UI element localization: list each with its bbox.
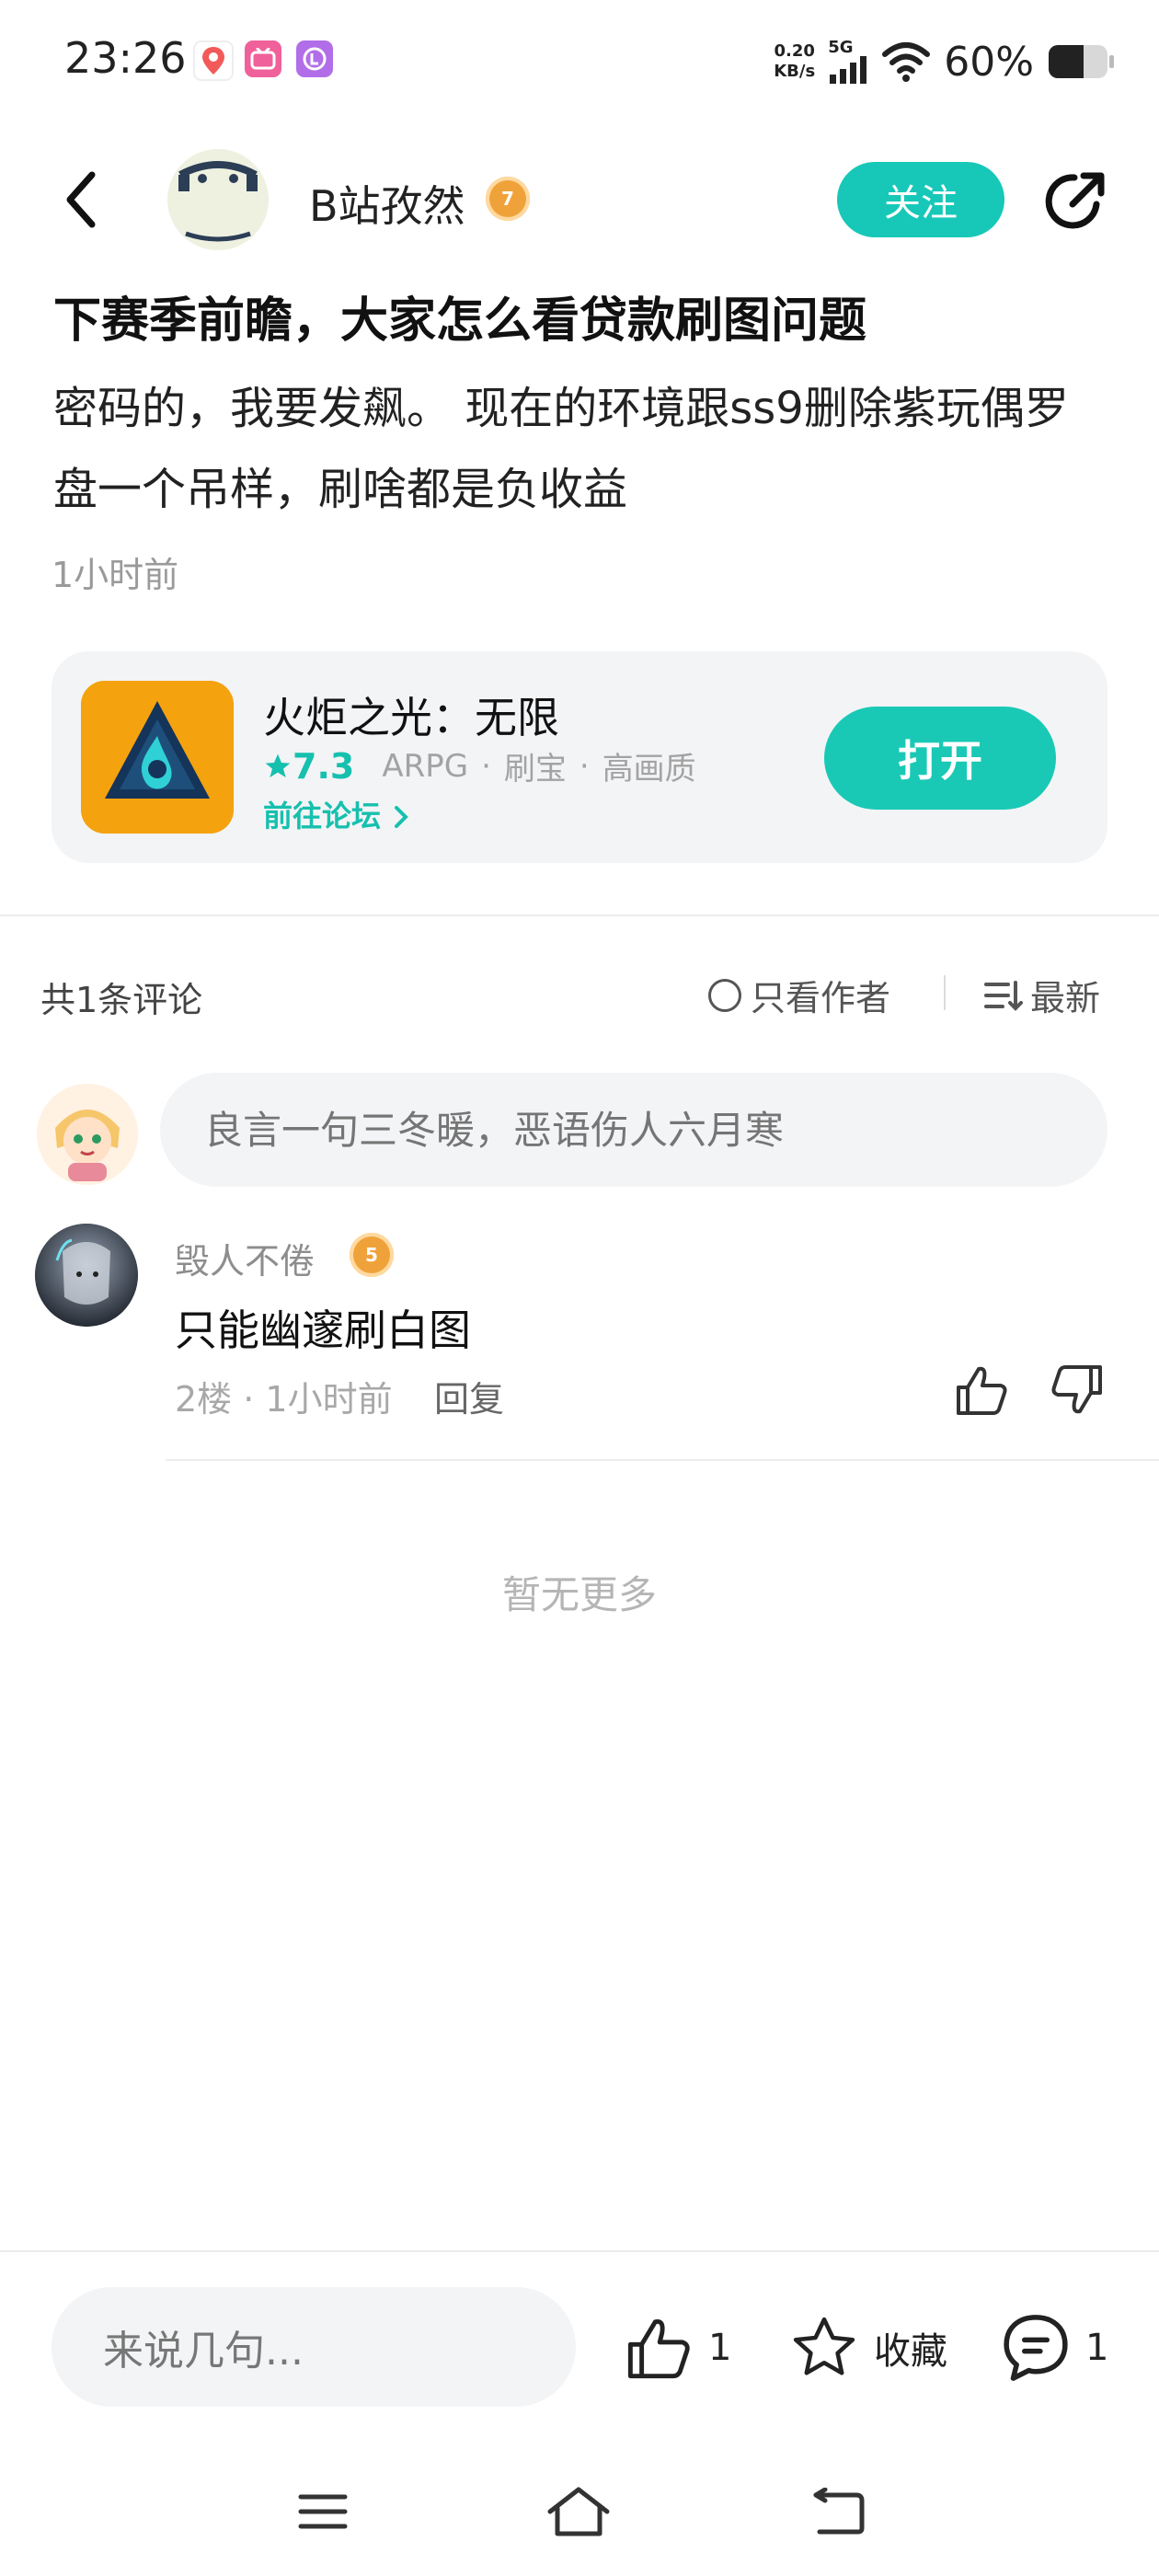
post-body: 密码的，我要发飙。 现在的环境跟ss9删除紫玩偶罗盘一个吊样，刷啥都是负收益 (53, 383, 1069, 515)
commenter-name[interactable]: 毁人不倦 (175, 1233, 315, 1283)
author-name[interactable]: B站孜然 (309, 173, 465, 234)
star-icon (265, 753, 291, 777)
battery-icon (1049, 45, 1114, 78)
app-name[interactable]: 火炬之光：无限 (263, 684, 559, 745)
back-nav-icon[interactable] (806, 2484, 870, 2539)
cellular-signal-icon: 5G (828, 40, 868, 84)
wifi-icon (882, 42, 931, 82)
comments-button[interactable]: 1 (999, 2309, 1108, 2386)
favorite-button[interactable]: 收藏 (787, 2309, 947, 2386)
open-app-button[interactable]: 打开 (824, 707, 1056, 810)
battery-percent: 60% (944, 38, 1034, 86)
author-only-toggle[interactable]: 只看作者 (708, 970, 890, 1020)
section-divider (0, 914, 1159, 916)
net-speed: 0.20 KB/s (774, 41, 816, 81)
post-title: 下赛季前瞻，大家怎么看贷款刷图问题 (53, 293, 867, 349)
app-tag: 刷宝 (503, 751, 567, 788)
thumbs-up-icon (627, 2319, 690, 2379)
author-avatar[interactable] (167, 149, 269, 250)
home-nav-icon[interactable] (546, 2484, 611, 2539)
thumbs-down-icon[interactable] (1049, 1362, 1106, 1419)
sort-separator (944, 975, 946, 1010)
reply-button[interactable]: 回复 (434, 1371, 504, 1421)
status-indicators: 0.20 KB/s 5G 60% (774, 29, 1115, 94)
app-tag: ARPG (382, 747, 469, 785)
author-level-badge: 7 (486, 177, 530, 221)
bilibili-notification-icon (245, 40, 281, 77)
comment-meta: 2楼 · 1小时前 (175, 1379, 393, 1420)
commenter-level-badge: 5 (350, 1233, 394, 1277)
like-button[interactable]: 1 (622, 2309, 731, 2386)
comment-bubble-icon (1004, 2315, 1068, 2381)
bottom-comment-input[interactable]: 来说几句... (52, 2287, 576, 2407)
radio-icon (708, 978, 741, 1012)
follow-button[interactable]: 关注 (837, 162, 1004, 237)
app-tag: 高画质 (602, 751, 696, 788)
my-avatar (37, 1084, 138, 1185)
bottom-bar-divider (0, 2250, 1159, 2252)
thumbs-up-icon[interactable] (953, 1362, 1010, 1419)
comment-divider (166, 1459, 1159, 1461)
map-app-notification-icon (193, 40, 234, 81)
game-app-icon[interactable] (81, 681, 234, 834)
app-rating: 7.3 (263, 746, 354, 787)
sort-icon (984, 980, 1023, 1011)
comment-input[interactable] (160, 1073, 1107, 1187)
app-meta: 7.3 ARPG · 刷宝 · 高画质 (263, 743, 696, 788)
sort-newest-button[interactable]: 最新 (982, 970, 1100, 1020)
commenter-avatar[interactable] (35, 1224, 138, 1327)
comment-text: 只能幽邃刷白图 (175, 1305, 471, 1355)
forum-link[interactable]: 前往论坛 (263, 793, 411, 835)
back-arrow-icon[interactable] (63, 171, 99, 228)
star-icon (793, 2317, 855, 2375)
comment-count: 共1条评论 (40, 980, 203, 1020)
menu-nav-icon[interactable] (291, 2484, 355, 2539)
app-notification-icon (296, 40, 333, 77)
no-more-label: 暂无更多 (501, 1572, 657, 1617)
status-time: 23:26 (64, 33, 187, 83)
chevron-right-icon (395, 806, 408, 828)
post-time: 1小时前 (52, 555, 179, 595)
share-icon[interactable] (1041, 167, 1109, 236)
